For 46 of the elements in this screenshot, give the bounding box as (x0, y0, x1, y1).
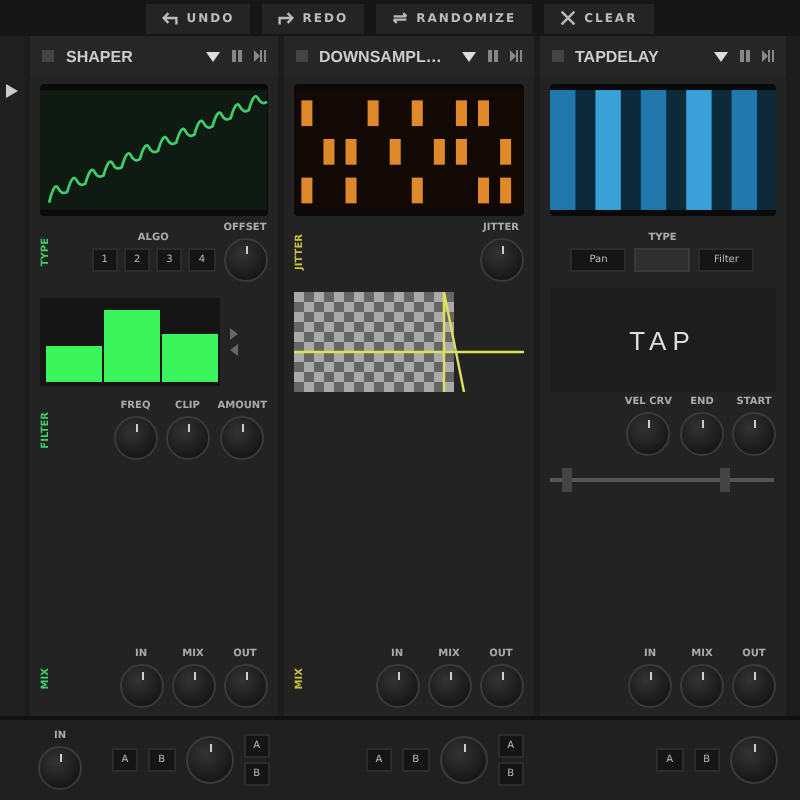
knob[interactable] (223, 238, 267, 282)
caret-icon[interactable] (205, 51, 219, 61)
pause-icon[interactable] (231, 50, 241, 62)
arrow-right-icon[interactable] (228, 328, 240, 340)
knob[interactable] (479, 664, 523, 708)
module-title: TAPDELAY (575, 47, 661, 65)
repeat-icon (392, 10, 409, 26)
skip-icon[interactable] (509, 50, 521, 62)
knob[interactable] (732, 412, 776, 456)
square-icon[interactable] (551, 50, 563, 62)
module-title: DOWNSAMPL… (319, 47, 444, 65)
knob[interactable] (375, 664, 419, 708)
knob[interactable] (628, 664, 672, 708)
skip-icon[interactable] (762, 50, 774, 62)
knob[interactable] (223, 664, 267, 708)
knob[interactable] (185, 736, 234, 784)
slider-thumb[interactable] (719, 468, 730, 492)
tap-pad[interactable]: TAP (549, 288, 776, 392)
knob[interactable] (730, 736, 778, 784)
pause-icon[interactable] (740, 50, 750, 62)
knob[interactable] (171, 664, 215, 708)
knob[interactable] (626, 412, 671, 456)
pause-icon[interactable] (487, 50, 497, 62)
square-icon[interactable] (295, 50, 307, 62)
undo-icon (162, 10, 179, 26)
square-icon[interactable] (42, 50, 54, 62)
knob[interactable] (732, 664, 776, 708)
knob[interactable] (119, 664, 163, 708)
caret-icon[interactable] (714, 51, 728, 61)
knob[interactable] (113, 416, 158, 460)
play-icon[interactable] (6, 84, 18, 98)
knob[interactable] (165, 416, 210, 460)
knob[interactable] (427, 664, 471, 708)
knob[interactable] (680, 664, 724, 708)
skip-icon[interactable] (253, 50, 265, 62)
module-title: SHAPER (66, 47, 135, 65)
knob[interactable] (38, 746, 82, 790)
knob[interactable] (479, 238, 523, 282)
knob[interactable] (439, 736, 488, 784)
caret-icon[interactable] (461, 51, 475, 61)
knob[interactable] (220, 416, 265, 460)
close-icon (560, 10, 577, 26)
slider-thumb[interactable] (562, 468, 573, 492)
arrow-left-icon[interactable] (228, 344, 240, 356)
redo-icon (278, 10, 295, 26)
knob[interactable] (680, 412, 724, 456)
